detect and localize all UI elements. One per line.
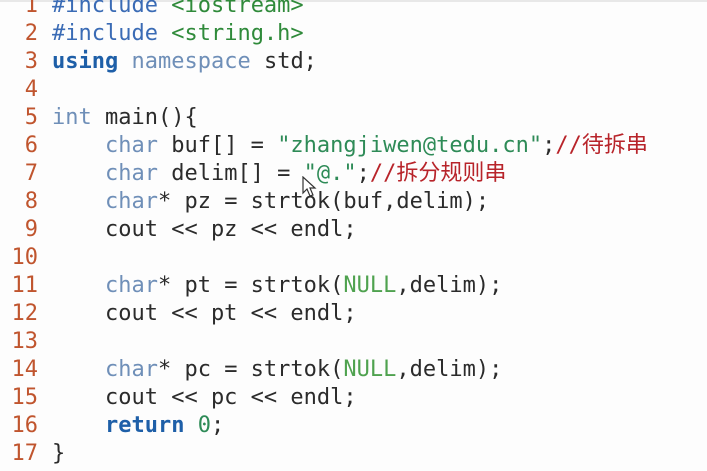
code-token: NULL	[343, 357, 397, 382]
code-token: ;	[356, 161, 370, 186]
line-number: 13	[11, 329, 39, 354]
code-token: #include	[52, 21, 172, 46]
code-token: char	[104, 357, 158, 382]
mouse-pointer-icon	[302, 176, 317, 197]
code-line[interactable]: 3 using namespace std;	[0, 48, 317, 76]
code-line[interactable]: 2 #include <string.h>	[0, 20, 304, 48]
code-token: //待拆串	[555, 133, 648, 158]
code-token: char	[104, 273, 158, 298]
code-text: char* pt = strtok(NULL,delim);	[52, 273, 502, 298]
line-number: 5	[24, 105, 38, 130]
line-number: 1	[24, 0, 38, 18]
line-number: 17	[11, 441, 39, 466]
code-text: char* pz = strtok(buf,delim);	[52, 189, 489, 214]
code-token: return	[104, 413, 185, 438]
code-token: 0	[197, 413, 211, 438]
code-token: char	[104, 161, 158, 186]
code-line[interactable]: 14 char* pc = strtok(NULL,delim);	[0, 356, 503, 384]
code-line[interactable]: 12 cout << pt << endl;	[0, 300, 357, 328]
code-line[interactable]: 8 char* pz = strtok(buf,delim);	[0, 188, 489, 216]
line-number: 15	[11, 385, 39, 410]
line-number: 16	[11, 413, 39, 438]
line-number: 9	[24, 217, 38, 242]
code-token: delim[] =	[157, 161, 304, 186]
line-number: 10	[11, 245, 39, 270]
code-text: #include <string.h>	[52, 21, 304, 46]
code-text: char delim[] = "@.";//拆分规则串	[52, 161, 506, 186]
line-number: 11	[11, 273, 39, 298]
line-number: 6	[24, 133, 38, 158]
code-line[interactable]: 17}	[0, 440, 66, 468]
code-token: buf[] =	[157, 133, 278, 158]
code-line[interactable]: 11 char* pt = strtok(NULL,delim);	[0, 272, 503, 300]
line-number: 14	[11, 357, 39, 382]
code-line[interactable]: 7 char delim[] = "@.";//拆分规则串	[0, 160, 507, 188]
code-text: cout << pz << endl;	[52, 217, 357, 242]
line-number: 4	[24, 77, 38, 102]
code-line[interactable]: 4	[0, 76, 52, 104]
code-token: cout << pc << endl;	[52, 385, 357, 410]
code-token: main(){	[91, 105, 198, 130]
line-number: 3	[24, 49, 38, 74]
code-token: "zhangjiwen@tedu.cn"	[277, 133, 543, 158]
code-token: ,delim);	[396, 273, 503, 298]
code-token: * pt = strtok(	[157, 273, 344, 298]
code-token: NULL	[343, 273, 397, 298]
code-line[interactable]: 10	[0, 244, 52, 272]
code-text: char buf[] = "zhangjiwen@tedu.cn";//待拆串	[52, 133, 648, 158]
code-text: cout << pt << endl;	[52, 301, 357, 326]
code-token: using	[52, 49, 119, 74]
code-text: char* pc = strtok(NULL,delim);	[52, 357, 502, 382]
code-editor[interactable]: 1 #include <iostream> 2 #include <string.h>…	[0, 0, 707, 471]
code-text: int main(){	[52, 105, 198, 130]
code-token: int	[52, 105, 92, 130]
code-token: char	[104, 133, 158, 158]
code-line[interactable]: 5 int main(){	[0, 104, 198, 132]
code-token: ;	[210, 413, 225, 438]
code-line[interactable]: 13	[0, 328, 52, 356]
code-token: ,delim);	[396, 357, 503, 382]
code-line[interactable]: 9 cout << pz << endl;	[0, 216, 357, 244]
code-text: #include <iostream>	[52, 0, 304, 18]
code-token: cout << pt << endl;	[52, 301, 357, 326]
code-token: #include	[52, 0, 172, 18]
code-token: <string.h>	[171, 21, 304, 46]
code-token: //拆分规则串	[369, 161, 507, 186]
code-line[interactable]: 1 #include <iostream>	[0, 0, 304, 20]
code-token: namespace	[131, 49, 251, 74]
code-text: }	[52, 441, 65, 466]
code-token: ;	[542, 133, 556, 158]
code-token: * pz = strtok(buf,delim);	[157, 189, 490, 214]
code-token: * pc = strtok(	[157, 357, 344, 382]
code-text: using namespace std;	[52, 49, 317, 74]
code-text: return 0;	[52, 413, 224, 438]
code-token: char	[104, 189, 158, 214]
code-text: cout << pc << endl;	[52, 385, 357, 410]
line-number: 8	[24, 189, 38, 214]
line-number: 7	[24, 161, 38, 186]
line-number: 12	[11, 301, 39, 326]
line-number: 2	[24, 21, 38, 46]
code-token: }	[52, 441, 66, 466]
code-token: std;	[250, 49, 317, 74]
code-line[interactable]: 16 return 0;	[0, 412, 225, 440]
code-line[interactable]: 6 char buf[] = "zhangjiwen@tedu.cn";//待拆…	[0, 132, 648, 160]
code-token: <iostream>	[171, 0, 304, 18]
code-line[interactable]: 15 cout << pc << endl;	[0, 384, 357, 412]
code-token: cout << pz << endl;	[52, 217, 357, 242]
